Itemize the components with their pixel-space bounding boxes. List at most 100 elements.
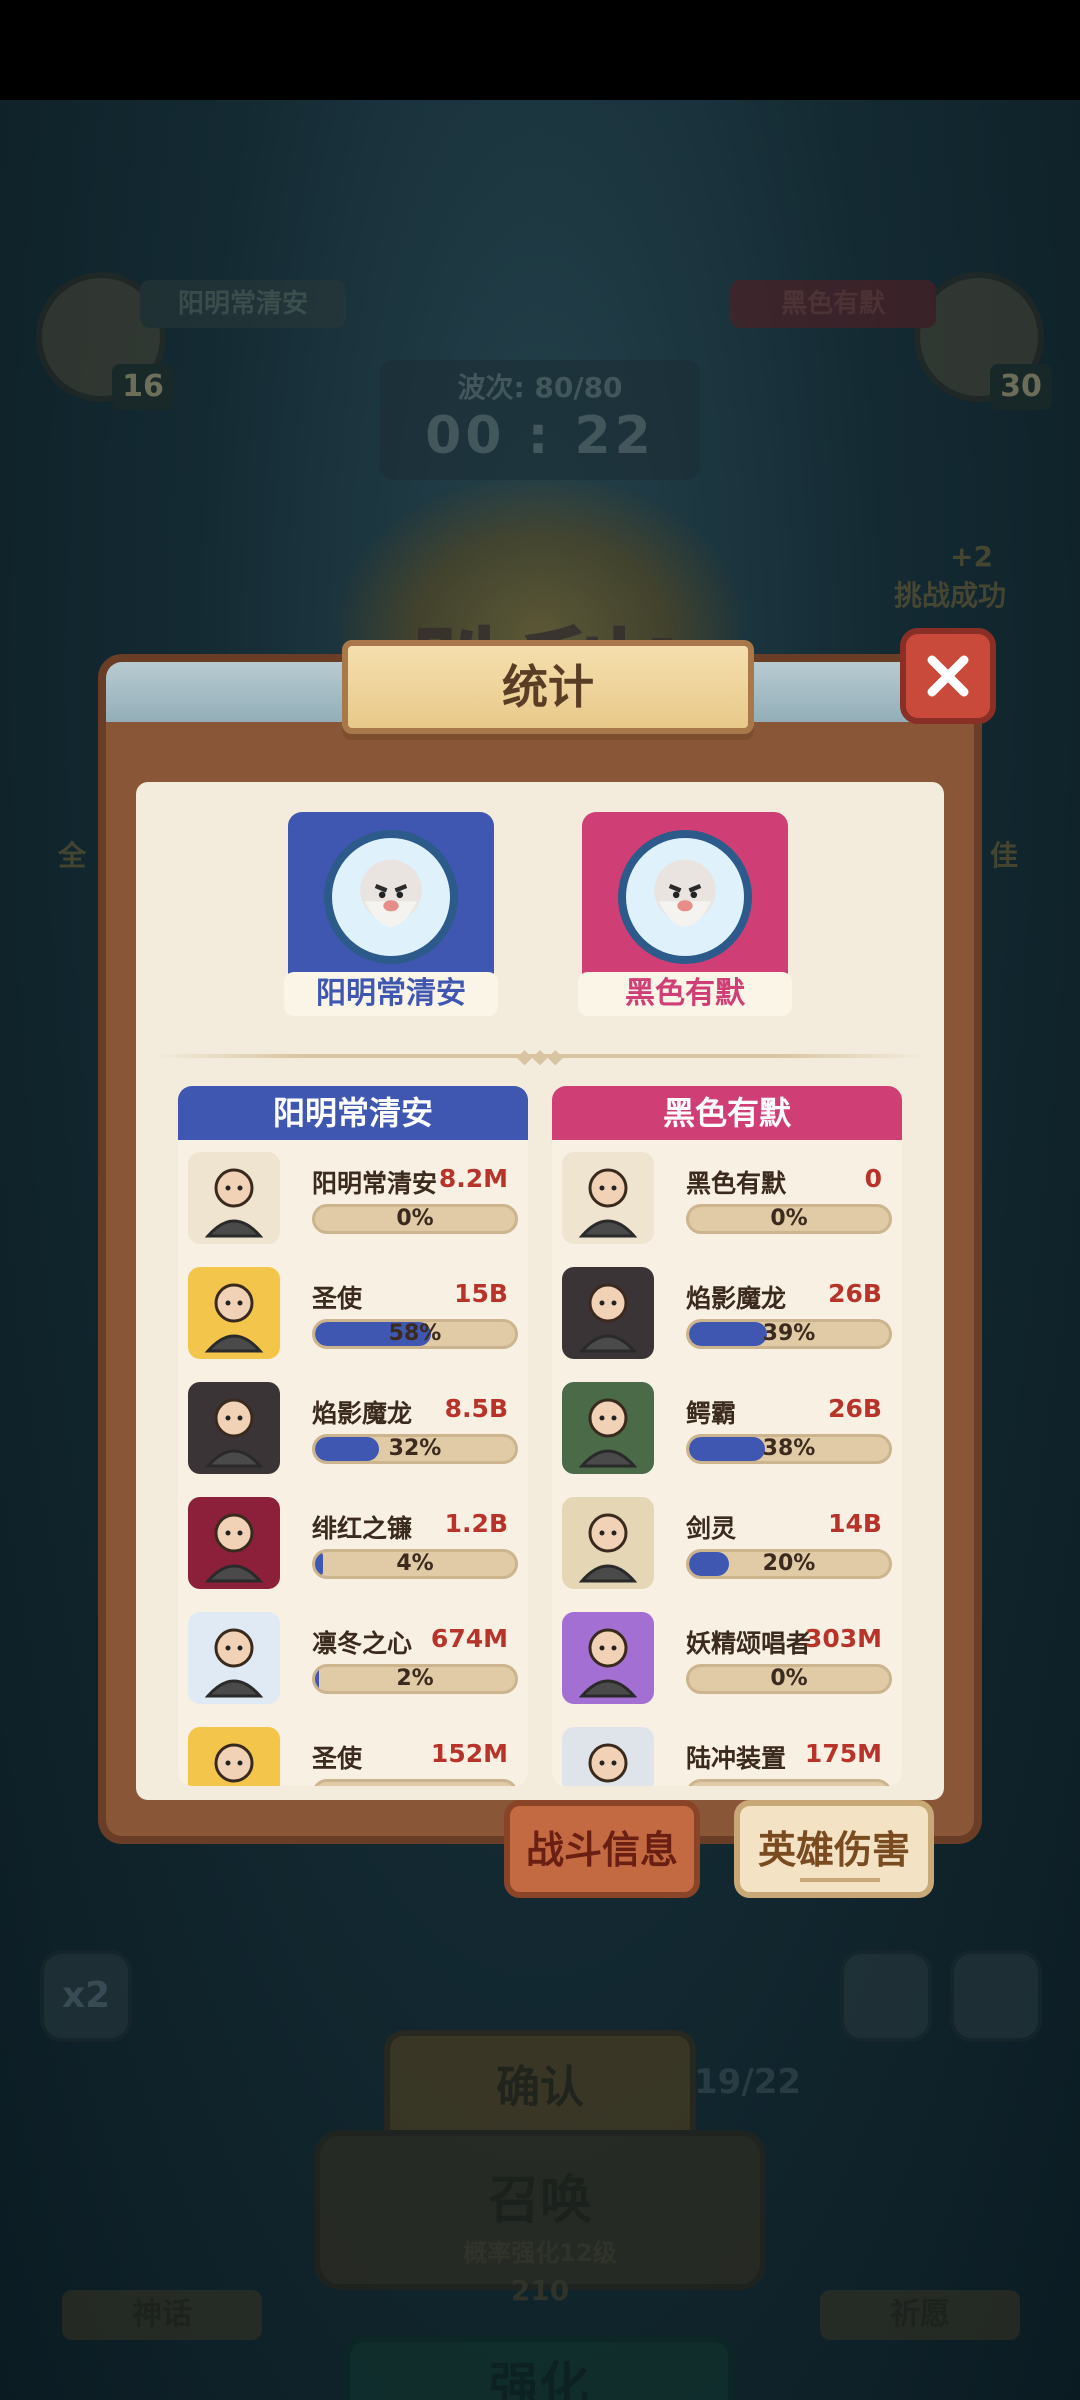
crimson-scythe-icon — [188, 1497, 280, 1589]
hero-name: 凛冬之心 — [312, 1629, 413, 1658]
hero-name: 焰影魔龙 — [686, 1284, 787, 1313]
hero-name: 阳明常清安 — [312, 1169, 438, 1198]
shelf-left: 神话 — [62, 2290, 262, 2340]
right-player-name: 黑色有默 — [730, 280, 936, 328]
soldier-icon — [188, 1152, 280, 1244]
tab-battle-info[interactable]: 战斗信息 — [504, 1800, 700, 1898]
damage-share-bar: 0% — [312, 1204, 518, 1234]
damage-share-bar: 0% — [686, 1204, 892, 1234]
damage-share-bar: 32% — [312, 1434, 518, 1464]
wizard-portrait-icon — [654, 859, 716, 927]
hero-row: 焰影魔龙 26B 39% — [552, 1255, 902, 1370]
winter-heart-icon — [188, 1612, 280, 1704]
summon-title: 召唤 — [487, 2171, 592, 2231]
right-damage-column[interactable]: 黑色有默 黑色有默 0 0% 焰影魔龙 26B 39% 鳄霸 26B 38% 剑灵 14B 20% 妖精… — [552, 1086, 902, 1786]
shelf-right: 祈愿 — [820, 2290, 1020, 2340]
fairy-singer-icon — [562, 1612, 654, 1704]
summon-button: 召唤 概率强化12级 210 — [314, 2130, 766, 2307]
damage-share-bar: 0% — [686, 1664, 892, 1694]
hero-damage: 26B — [828, 1279, 882, 1308]
holy-envoy-icon — [188, 1727, 280, 1786]
right-hero-list: 黑色有默 0 0% 焰影魔龙 26B 39% 鳄霸 26B 38% 剑灵 14B 20% 妖精颂唱者 30… — [552, 1140, 902, 1786]
damage-share-percent: 4% — [396, 1551, 434, 1576]
hero-damage: 303M — [804, 1624, 882, 1653]
player-name-right: 黑色有默 — [578, 972, 792, 1016]
hero-damage: 8.2M — [438, 1164, 508, 1193]
right-badge: 佳 — [990, 839, 1019, 872]
hero-name: 妖精颂唱者 — [686, 1629, 812, 1658]
sword-spirit-icon — [562, 1497, 654, 1589]
damage-share-bar: 20% — [686, 1549, 892, 1579]
damage-share-percent: 0% — [770, 1206, 808, 1231]
device-icon — [562, 1727, 654, 1786]
damage-share-percent: 0% — [396, 1206, 434, 1231]
status-bar — [0, 0, 1080, 100]
chat-button — [840, 1950, 932, 2042]
reward-text: +2 — [950, 540, 993, 573]
damage-share-percent: 20% — [762, 1551, 816, 1576]
hero-row: 妖精颂唱者 303M 0% — [552, 1600, 902, 1715]
hero-damage: 152M — [430, 1739, 508, 1768]
timer-box: 波次: 80/80 00 : 22 — [380, 360, 700, 480]
enhance-button: 强化 — [344, 2336, 734, 2400]
damage-share-percent: 2% — [396, 1666, 434, 1691]
hero-name: 陆冲装置 — [686, 1744, 787, 1773]
damage-share-percent: 39% — [762, 1321, 816, 1346]
player-portrait-left — [288, 812, 494, 982]
hero-damage: 26B — [828, 1394, 882, 1423]
hero-row: 鳄霸 26B 38% — [552, 1370, 902, 1485]
summon-subtitle: 概率强化12级 — [463, 2239, 617, 2267]
soldier-icon — [562, 1152, 654, 1244]
left-hero-list: 阳明常清安 8.2M 0% 圣使 15B 58% 焰影魔龙 8.5B 32% 绯红之镰 1.2B 4%… — [178, 1140, 528, 1786]
hero-damage: 8.5B — [444, 1394, 508, 1423]
crocodile-icon — [562, 1382, 654, 1474]
hero-name: 圣使 — [312, 1744, 363, 1773]
counter-right: 19/22 — [694, 2062, 802, 2102]
damage-share-bar: 2% — [312, 1664, 518, 1694]
hero-damage: 0 — [864, 1164, 882, 1193]
hero-row: 焰影魔龙 8.5B 32% — [178, 1370, 528, 1485]
damage-share-percent — [315, 1782, 515, 1786]
menu-button — [950, 1950, 1042, 2042]
shadow-dragon-icon — [562, 1267, 654, 1359]
hero-row: 剑灵 14B 20% — [552, 1485, 902, 1600]
shadow-dragon-icon — [188, 1382, 280, 1474]
player-portrait-right — [582, 812, 788, 982]
hero-damage: 674M — [430, 1624, 508, 1653]
hero-row: 圣使 15B 58% — [178, 1255, 528, 1370]
holy-envoy-icon — [188, 1267, 280, 1359]
player-card-right: 黑色有默 — [578, 812, 792, 1018]
close-icon — [927, 655, 969, 697]
hero-row: 凛冬之心 674M 2% — [178, 1600, 528, 1715]
damage-share-bar: 38% — [686, 1434, 892, 1464]
right-column-header: 黑色有默 — [552, 1086, 902, 1140]
damage-share-bar: 58% — [312, 1319, 518, 1349]
damage-share-percent: 38% — [762, 1436, 816, 1461]
damage-share-bar — [312, 1779, 518, 1786]
left-player-level: 16 — [112, 364, 174, 410]
player-name-left: 阳明常清安 — [284, 972, 498, 1016]
hero-row: 黑色有默 0 0% — [552, 1140, 902, 1255]
hero-name: 绯红之镰 — [312, 1514, 413, 1543]
damage-share-bar — [686, 1779, 892, 1786]
statistics-modal: 统计 阳明常清安 黑色有默 ◆◆◆ 阳明常清安 阳明常清安 8.2M 0% 圣使… — [98, 628, 996, 1844]
left-badge: 全 — [58, 839, 87, 872]
multiplier-button: x2 — [40, 1950, 132, 2042]
hero-name: 鳄霸 — [686, 1399, 737, 1428]
hero-damage: 1.2B — [444, 1509, 508, 1538]
hero-damage: 15B — [454, 1279, 508, 1308]
divider-ornament-icon: ◆◆◆ — [516, 1044, 564, 1068]
hero-damage: 14B — [828, 1509, 882, 1538]
damage-share-percent: 32% — [388, 1436, 442, 1461]
hero-row: 阳明常清安 8.2M 0% — [178, 1140, 528, 1255]
wave-label: 波次: 80/80 — [457, 371, 623, 404]
hero-name: 黑色有默 — [686, 1169, 787, 1198]
damage-share-bar: 39% — [686, 1319, 892, 1349]
close-button[interactable] — [900, 628, 996, 724]
tab-hero-damage[interactable]: 英雄伤害 — [734, 1800, 934, 1898]
hero-row: 陆冲装置 175M — [552, 1715, 902, 1786]
challenge-success-text: 挑战成功 — [894, 579, 1007, 612]
left-damage-column[interactable]: 阳明常清安 阳明常清安 8.2M 0% 圣使 15B 58% 焰影魔龙 8.5B 32% 绯红之镰… — [178, 1086, 528, 1786]
statistics-panel: 阳明常清安 黑色有默 ◆◆◆ 阳明常清安 阳明常清安 8.2M 0% 圣使 15… — [136, 782, 944, 1800]
modal-title: 统计 — [342, 640, 754, 734]
